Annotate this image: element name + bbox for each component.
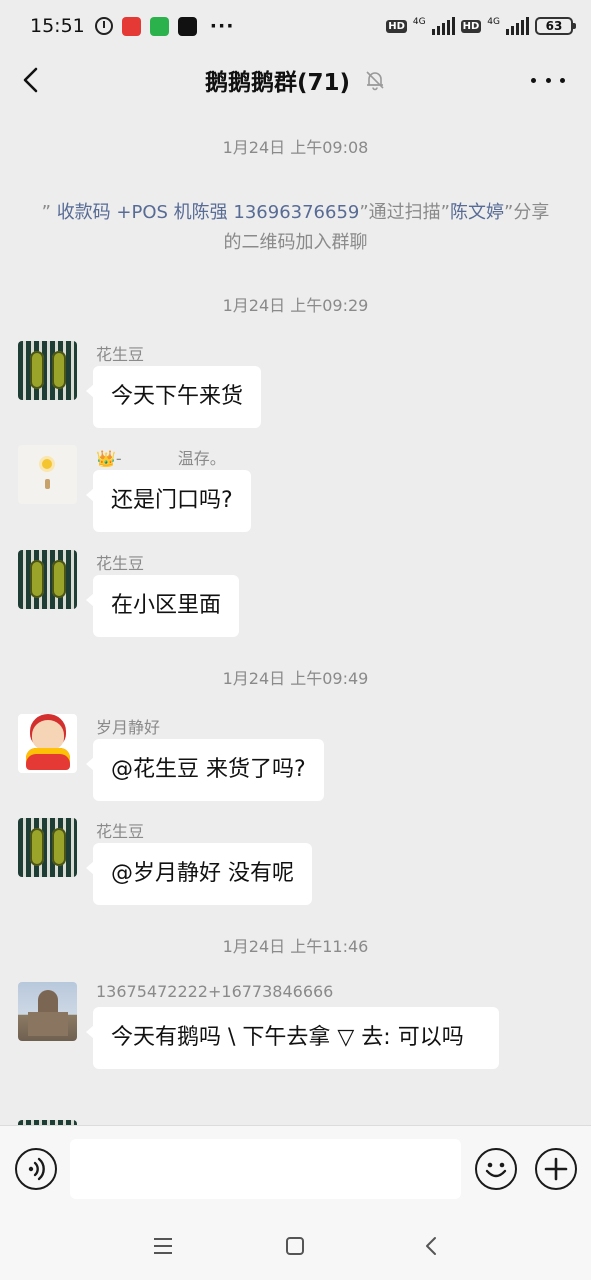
phone-app-icon — [149, 16, 169, 36]
crown-icon: 👑 — [96, 449, 116, 468]
plus-icon[interactable] — [535, 1148, 577, 1190]
flower-avatar[interactable] — [18, 445, 77, 504]
peanut-avatar[interactable] — [18, 818, 77, 877]
alarm-icon — [94, 17, 113, 35]
message-row: 花生豆 今天下午来货 — [18, 341, 578, 428]
more-dot — [560, 77, 565, 83]
timestamp: 1月24日 上午09:49 — [222, 669, 369, 688]
message-row: 岁月静好 @花生豆 来货了吗? — [18, 714, 578, 801]
signal-icon-2 — [506, 17, 529, 35]
message-bubble[interactable]: 今天下午来货 — [85, 366, 262, 428]
peanut-avatar[interactable] — [18, 550, 77, 609]
message-row: 👑- 温存。 还是门口吗? — [18, 445, 578, 532]
message-bubble[interactable]: 还是门口吗? — [86, 470, 251, 532]
menu-icon[interactable] — [149, 1232, 177, 1260]
home-icon[interactable] — [281, 1232, 309, 1260]
voice-icon[interactable] — [15, 1148, 57, 1190]
message-row: 花生豆 在小区里面 — [18, 550, 578, 637]
back-icon[interactable] — [418, 1232, 446, 1260]
message-bubble[interactable]: 在小区里面 — [85, 575, 240, 637]
sender-name: 花生豆 — [96, 822, 145, 841]
message-row: 13675472222+16773846666 今天有鹅吗 \ 下午去拿 ▽ 去… — [18, 982, 578, 1069]
emoji-icon[interactable] — [475, 1148, 517, 1190]
sender-name: 岁月静好 — [96, 718, 161, 737]
more-options-button[interactable] — [531, 66, 565, 94]
hd-badge: HD — [386, 19, 407, 33]
more-dot — [545, 77, 551, 83]
message-row: 花生豆 @岁月静好 没有呢 — [18, 818, 578, 905]
cathedral-avatar[interactable] — [18, 982, 77, 1041]
message-input[interactable] — [70, 1139, 461, 1199]
status-time: 15:51 — [30, 15, 85, 37]
battery-icon: 63 — [535, 17, 576, 35]
back-arrow-icon[interactable] — [18, 66, 46, 94]
sender-name: 👑- 温存。 — [96, 445, 226, 469]
system-notice-inviter[interactable]: 收款码 +POS 机陈强 13696376659 — [57, 202, 360, 223]
system-notice: ” 收款码 +POS 机陈强 13696376659”通过扫描”陈文婷”分享的二… — [40, 198, 551, 258]
sender-name-text: 温存。 — [177, 449, 226, 468]
signal-icon — [431, 17, 455, 35]
system-notice-text: ”通过扫描” — [359, 202, 451, 223]
network-type-2: 4G — [487, 17, 500, 27]
fortune-god-avatar[interactable] — [18, 714, 77, 773]
sender-name: 花生豆 — [96, 554, 145, 573]
chat-title: 鹅鹅鹅群(71) — [204, 70, 351, 96]
quote-mark: ” — [41, 202, 57, 223]
more-notifications-icon: ··· — [209, 15, 235, 37]
status-bar: 15:51 ··· HD 4G HD 4G 63 — [0, 0, 591, 52]
message-bubble[interactable]: @花生豆 来货了吗? — [86, 739, 324, 801]
more-dot — [531, 77, 536, 83]
sender-prefix: - — [115, 449, 122, 468]
chat-message-list[interactable]: 1月24日 上午09:08 ” 收款码 +POS 机陈强 13696376659… — [0, 108, 591, 1125]
system-notice-sharer[interactable]: 陈文婷 — [450, 202, 504, 223]
system-nav-bar — [0, 1211, 591, 1280]
message-bubble[interactable]: @岁月静好 没有呢 — [86, 843, 312, 905]
tiktok-icon — [177, 16, 197, 36]
hd-badge-2: HD — [460, 19, 482, 33]
timestamp: 1月24日 上午09:29 — [222, 296, 369, 315]
sender-name: 13675472222+16773846666 — [96, 982, 334, 1001]
peanut-avatar[interactable] — [18, 341, 77, 400]
message-bubble[interactable]: 今天有鹅吗 \ 下午去拿 ▽ 去: 可以吗 — [86, 1007, 499, 1069]
input-bar — [0, 1125, 591, 1211]
sender-name: 花生豆 — [96, 345, 145, 364]
network-type: 4G — [412, 17, 426, 27]
app-notification-icon — [121, 16, 141, 36]
chat-header: 鹅鹅鹅群(71) — [0, 52, 591, 108]
timestamp: 1月24日 上午09:08 — [222, 138, 369, 157]
bell-muted-icon — [366, 71, 384, 91]
timestamp: 1月24日 上午11:46 — [222, 937, 369, 956]
